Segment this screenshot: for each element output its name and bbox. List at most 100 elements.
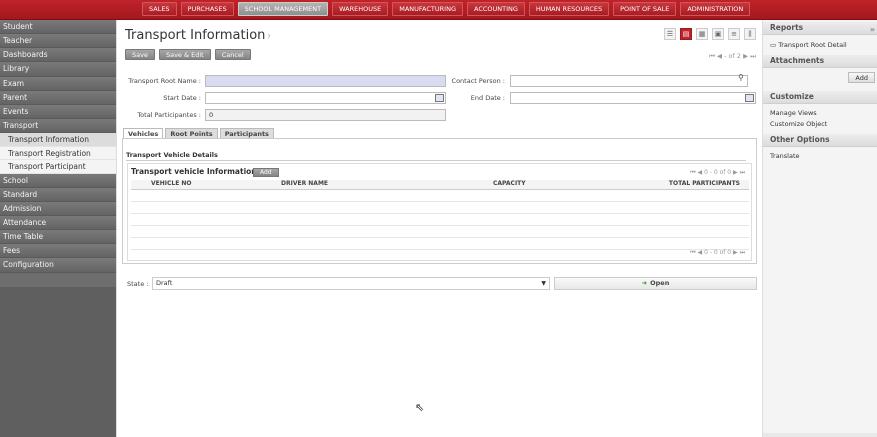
add-attachment-button[interactable]: Add [848, 72, 875, 83]
chevron-down-icon: ▼ [541, 280, 546, 287]
gantt-view-icon[interactable]: ≡ [728, 28, 740, 40]
sidebar-item-standard[interactable]: Standard [0, 187, 116, 202]
arrow-right-icon: ➜ [641, 279, 648, 287]
calendar-icon[interactable] [745, 94, 754, 102]
report-label: Transport Root Detail [778, 41, 847, 49]
state-value: Draft [156, 279, 173, 287]
table-row [131, 190, 749, 202]
nav-school-management[interactable]: SCHOOL MANAGEMENT [237, 2, 329, 16]
grid-pager-text: 0 - 0 of 0 [704, 169, 732, 176]
save-edit-button[interactable]: Save & Edit [158, 49, 211, 60]
open-button-label: Open [650, 279, 670, 287]
sidebar-item-dashboards[interactable]: Dashboards [0, 48, 116, 63]
grid-pager-bottom: ⏮ ◀ 0 - 0 of 0 ▶ ⏭ [690, 249, 745, 257]
view-switcher: ☰ ▤ ▦ ▣ ≡ ⫼ [660, 28, 756, 40]
contact-person-label: Contact Person : [451, 77, 505, 85]
customize-object-link[interactable]: Customize Object [770, 120, 827, 128]
nav-point-of-sale[interactable]: POINT OF SALE [613, 2, 677, 16]
root-name-input[interactable] [205, 75, 446, 87]
sidebar-item-time-table[interactable]: Time Table [0, 230, 116, 245]
report-transport-root-detail[interactable]: ▭ Transport Root Detail [770, 41, 847, 49]
end-date-label: End Date : [470, 94, 505, 102]
pager-first-icon[interactable]: ⏮ [690, 169, 695, 176]
sidebar-item-exam[interactable]: Exam [0, 76, 116, 91]
sidebar-item-school[interactable]: School [0, 173, 116, 188]
form-toolbar: Save Save & Edit Cancel [125, 49, 255, 60]
reports-title: Reports [770, 23, 804, 32]
total-participants-field: 0 [205, 109, 446, 121]
sidebar-item-fees[interactable]: Fees [0, 244, 116, 259]
total-participants-label: Total Participantes : [137, 111, 201, 119]
root-name-label: Transport Root Name : [128, 77, 201, 85]
nav-accounting[interactable]: ACCOUNTING [466, 2, 525, 16]
nav-purchases[interactable]: PURCHASES [180, 2, 234, 16]
list-view-icon[interactable]: ☰ [664, 28, 676, 40]
start-date-input[interactable] [205, 92, 446, 104]
form-view-icon[interactable]: ▤ [680, 28, 692, 40]
pager-prev-icon[interactable]: ◀ [698, 249, 703, 256]
main-content: Transport Information? ☰ ▤ ▦ ▣ ≡ ⫼ Save … [116, 20, 762, 437]
grid-header: VEHICLE NO DRIVER NAME CAPACITY TOTAL PA… [131, 180, 749, 190]
pager-last-icon[interactable]: ⏭ [750, 52, 756, 60]
end-date-input[interactable] [510, 92, 756, 104]
sidebar-item-events[interactable]: Events [0, 104, 116, 119]
pager-next-icon[interactable]: ▶ [733, 249, 738, 256]
manage-views-link[interactable]: Manage Views [770, 109, 817, 117]
nav-warehouse[interactable]: WAREHOUSE [332, 2, 389, 16]
table-row [131, 238, 749, 250]
record-pager: ⏮ ◀ - of 2 ▶ ⏭ [709, 52, 756, 61]
pager-next-icon[interactable]: ▶ [733, 169, 738, 176]
nav-administration[interactable]: ADMINISTRATION [680, 2, 751, 16]
graph-view-icon[interactable]: ▦ [696, 28, 708, 40]
grid-title: Transport vehicle Information [131, 167, 257, 176]
table-row [131, 214, 749, 226]
pager-prev-icon[interactable]: ◀ [717, 52, 722, 60]
pager-next-icon[interactable]: ▶ [743, 52, 748, 60]
sidebar-footer [763, 433, 877, 437]
open-button[interactable]: ➜ Open [554, 277, 757, 290]
section-title: Transport Vehicle Details [126, 151, 746, 161]
translate-link[interactable]: Translate [770, 152, 800, 160]
sidebar-item-admission[interactable]: Admission [0, 201, 116, 217]
sidebar-filler [0, 287, 116, 437]
search-icon[interactable]: ⚲ [738, 73, 760, 82]
column-capacity[interactable]: CAPACITY [493, 180, 643, 189]
nav-manufacturing[interactable]: MANUFACTURING [392, 2, 463, 16]
customize-header: Customize [763, 91, 877, 104]
sidebar-item-student[interactable]: Student [0, 20, 116, 35]
pager-first-icon[interactable]: ⏮ [709, 52, 715, 60]
page-title-text: Transport Information [125, 28, 266, 43]
contact-person-input[interactable] [510, 75, 748, 87]
nav-human-resources[interactable]: HUMAN RESOURCES [528, 2, 610, 16]
collapse-icon[interactable]: » [870, 24, 875, 36]
add-vehicle-button[interactable]: Add [253, 168, 279, 177]
sidebar-item-transport[interactable]: Transport [0, 118, 116, 134]
pager-last-icon[interactable]: ⏭ [740, 169, 745, 176]
nav-sales[interactable]: SALES [142, 2, 177, 16]
grid-pager-top: ⏮ ◀ 0 - 0 of 0 ▶ ⏭ [690, 169, 745, 177]
column-vehicle-no[interactable]: VEHICLE NO [131, 180, 281, 189]
pager-first-icon[interactable]: ⏮ [690, 249, 695, 256]
kanban-view-icon[interactable]: ⫼ [744, 28, 756, 40]
sidebar-item-teacher[interactable]: Teacher [0, 34, 116, 49]
cancel-button[interactable]: Cancel [214, 49, 251, 60]
pager-text: - of 2 [724, 52, 741, 60]
sidebar-item-library[interactable]: Library [0, 62, 116, 77]
table-row [131, 202, 749, 214]
state-select[interactable]: Draft ▼ [152, 277, 550, 290]
sidebar-item-configuration[interactable]: Configuration [0, 258, 116, 273]
sidebar-sub-transport-participant[interactable]: Transport Participant [0, 160, 116, 174]
column-total-participants[interactable]: TOTAL PARTICIPANTS [643, 180, 749, 189]
pager-last-icon[interactable]: ⏭ [740, 249, 745, 256]
calendar-view-icon[interactable]: ▣ [712, 28, 724, 40]
reports-header: Reports » [763, 22, 877, 35]
sidebar-sub-transport-information[interactable]: Transport Information [0, 133, 116, 147]
help-tip-icon[interactable]: ? [267, 34, 270, 41]
pager-prev-icon[interactable]: ◀ [698, 169, 703, 176]
sidebar-item-attendance[interactable]: Attendance [0, 216, 116, 231]
save-button[interactable]: Save [125, 49, 155, 60]
sidebar-item-parent[interactable]: Parent [0, 90, 116, 105]
other-options-header: Other Options [763, 134, 877, 147]
column-driver-name[interactable]: DRIVER NAME [281, 180, 493, 189]
sidebar-sub-transport-registration[interactable]: Transport Registration [0, 146, 116, 161]
